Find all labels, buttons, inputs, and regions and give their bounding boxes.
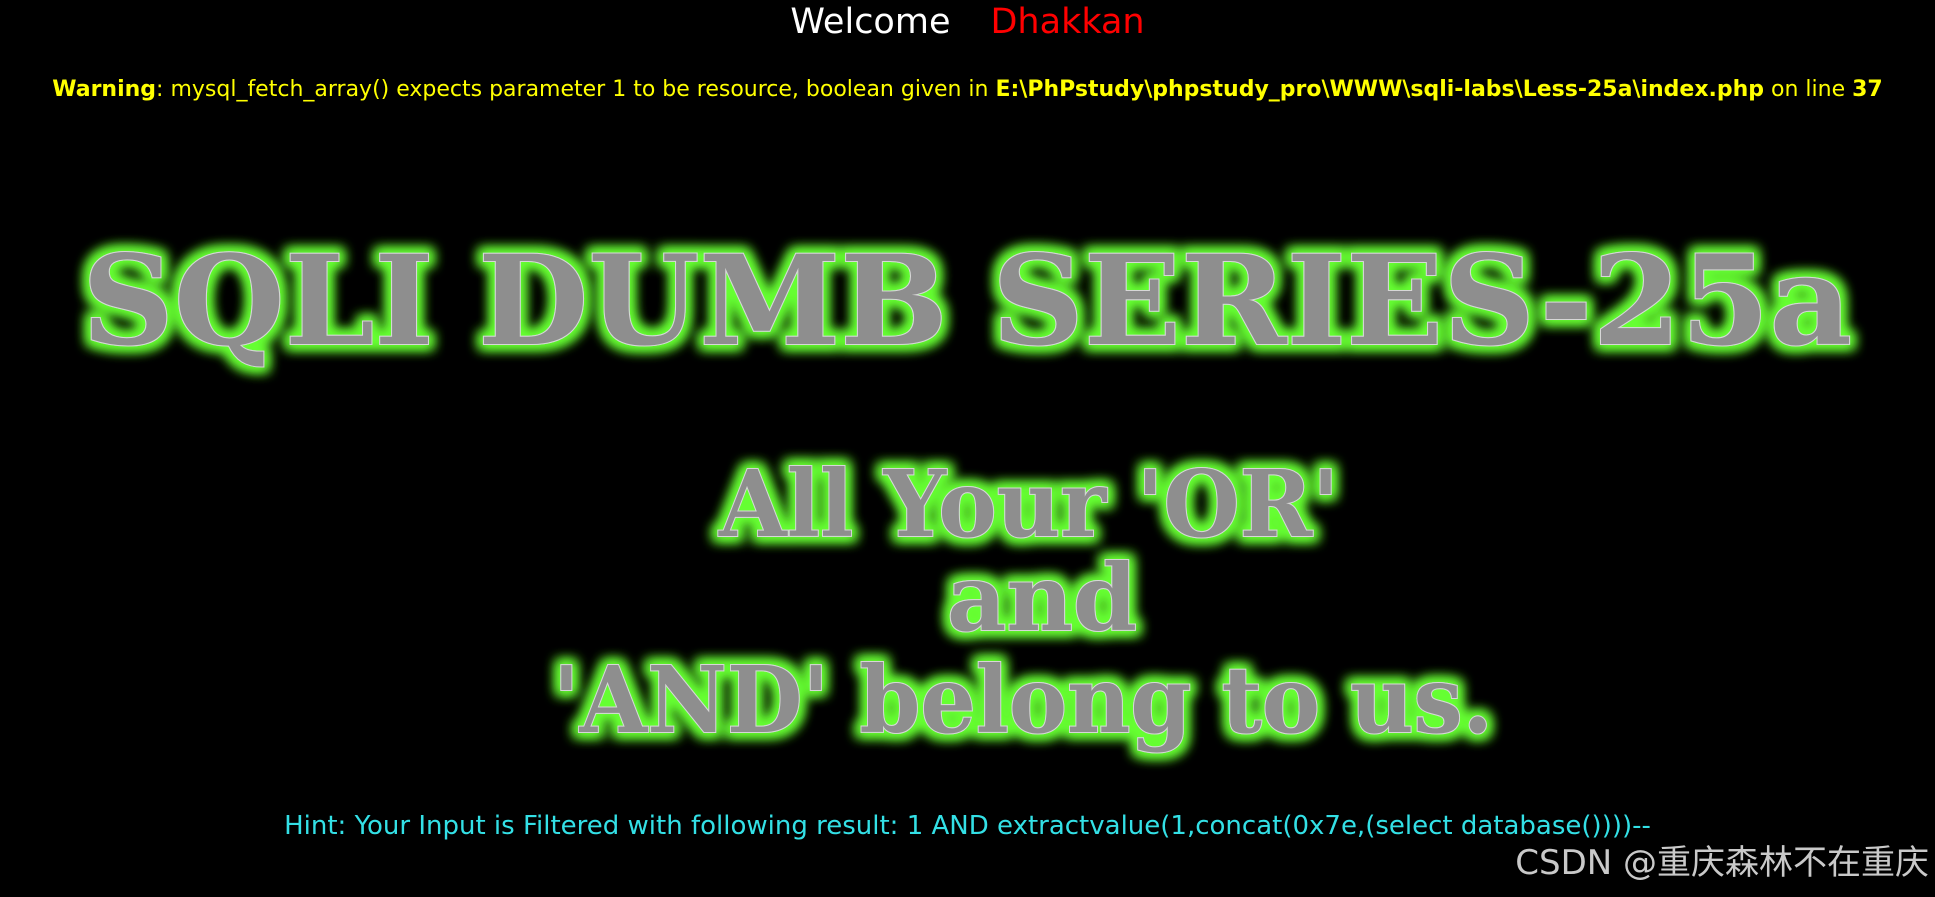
banner-line-1: All Your 'OR' [718, 450, 1339, 558]
banner-title: SQLI DUMB SERIES-25a [82, 229, 1852, 374]
banner-image: SQLI DUMB SERIES-25a All Your 'OR' and '… [0, 0, 1935, 897]
banner-line-2: and [947, 544, 1137, 652]
banner-graphic: SQLI DUMB SERIES-25a All Your 'OR' and '… [81, 228, 1853, 755]
filter-hint: Hint: Your Input is Filtered with follow… [284, 811, 1651, 841]
csdn-watermark: CSDN @重庆森林不在重庆 [1515, 843, 1929, 883]
banner-line-3: 'AND' belong to us. [553, 646, 1493, 754]
